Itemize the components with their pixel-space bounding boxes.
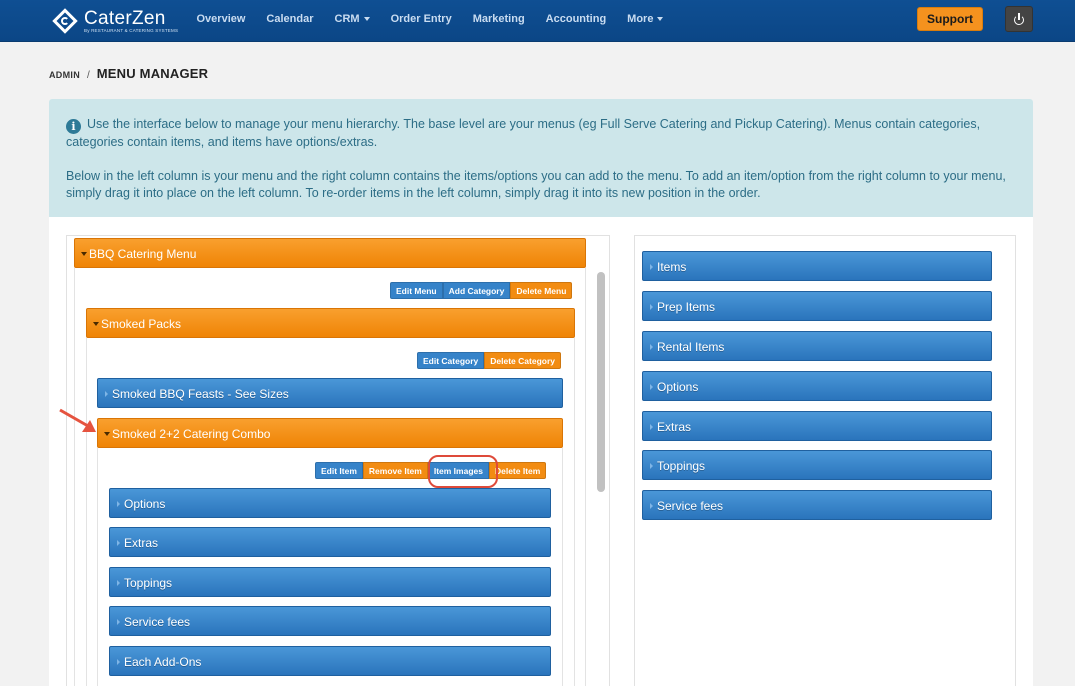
menu-tree-scrollbar[interactable] [597,272,605,492]
nav-marketing[interactable]: Marketing [462,0,535,40]
library-options[interactable]: Options [642,371,992,401]
logo-icon [52,8,78,34]
nav-more[interactable]: More [617,0,674,40]
category-title: Smoked Packs [101,317,182,331]
menu-button-group: Edit Menu Add Category Delete Menu [390,282,573,299]
collapsed-triangle-icon [117,659,120,665]
collapsed-triangle-icon [650,304,653,310]
delete-category-button[interactable]: Delete Category [484,352,561,369]
info-alert: i Use the interface below to manage your … [49,99,1033,217]
top-navbar: CaterZen By RESTAURANT & CATERING SYSTEM… [0,0,1075,42]
library-rental-items[interactable]: Rental Items [642,331,992,361]
add-category-button[interactable]: Add Category [442,282,511,299]
collapsed-triangle-icon [650,384,653,390]
brand-name: CaterZen [84,7,166,29]
caret-down-icon [657,17,664,22]
remove-item-button[interactable]: Remove Item [362,462,428,479]
caret-down-icon [363,17,370,22]
edit-menu-button[interactable]: Edit Menu [390,282,443,299]
library-service-fees[interactable]: Service fees [642,490,992,520]
power-button[interactable] [1005,6,1033,32]
collapsed-triangle-icon [117,580,120,586]
caterzen-logo[interactable]: CaterZen By RESTAURANT & CATERING SYSTEM… [52,6,178,36]
library-title: Prep Items [657,300,716,314]
group-service-fees[interactable]: Service fees [109,606,551,636]
group-toppings[interactable]: Toppings [109,567,551,597]
group-title: Service fees [124,615,191,629]
group-title: Each Add-Ons [124,655,202,669]
group-title: Extras [124,536,159,550]
group-options[interactable]: Options [109,488,551,518]
library-extras[interactable]: Extras [642,411,992,441]
info-paragraph-1: Use the interface below to manage your m… [66,117,981,149]
expanded-triangle-icon [104,432,110,436]
library-title: Extras [657,420,692,434]
library-toppings[interactable]: Toppings [642,450,992,480]
nav-accounting[interactable]: Accounting [535,0,617,40]
collapsed-triangle-icon [650,463,653,469]
item-title: Smoked BBQ Feasts - See Sizes [112,387,289,401]
brand-tagline: By RESTAURANT & CATERING SYSTEMS [84,27,179,33]
library-prep-items[interactable]: Prep Items [642,291,992,321]
collapsed-triangle-icon [650,264,653,270]
library-title: Toppings [657,459,706,473]
nav-calendar[interactable]: Calendar [256,0,324,40]
group-title: Options [124,497,166,511]
group-extras[interactable]: Extras [109,527,551,557]
item-smoked-bbq-feasts[interactable]: Smoked BBQ Feasts - See Sizes [97,378,563,408]
library-title: Items [657,260,687,274]
group-each-add-ons[interactable]: Each Add-Ons [109,646,551,676]
collapsed-triangle-icon [650,424,653,430]
delete-menu-button[interactable]: Delete Menu [510,282,573,299]
nav-crm[interactable]: CRM [324,0,380,40]
collapsed-triangle-icon [650,344,653,350]
edit-item-button[interactable]: Edit Item [315,462,363,479]
support-button[interactable]: Support [917,7,983,31]
menu-bbq-catering[interactable]: BBQ Catering Menu [74,238,586,268]
nav-order-entry[interactable]: Order Entry [380,0,462,40]
collapsed-triangle-icon [650,503,653,509]
item-smoked-2-2-combo[interactable]: Smoked 2+2 Catering Combo [97,418,563,448]
item-images-highlight [428,455,498,488]
page-title: MENU MANAGER [96,66,209,81]
category-smoked-packs[interactable]: Smoked Packs [86,308,575,338]
collapsed-triangle-icon [105,391,108,397]
collapsed-triangle-icon [117,540,120,546]
library-title: Rental Items [657,340,725,354]
menu-title: BBQ Catering Menu [89,247,197,261]
info-paragraph-2: Below in the left column is your menu an… [66,169,1006,200]
group-title: Toppings [124,576,173,590]
library-items[interactable]: Items [642,251,992,281]
category-button-group: Edit Category Delete Category [417,352,561,369]
expanded-triangle-icon [93,322,99,326]
info-icon: i [66,119,81,134]
edit-category-button[interactable]: Edit Category [417,352,485,369]
nav-overview[interactable]: Overview [186,0,256,40]
item-title: Smoked 2+2 Catering Combo [112,427,271,441]
collapsed-triangle-icon [117,619,120,625]
breadcrumb: ADMIN / MENU MANAGER [49,66,208,81]
pointer-arrow-icon [59,408,96,432]
collapsed-triangle-icon [117,501,120,507]
breadcrumb-separator: / [87,70,90,81]
breadcrumb-admin[interactable]: ADMIN [49,70,80,80]
library-title: Service fees [657,499,724,513]
library-title: Options [657,380,699,394]
main-nav: Overview Calendar CRM Order Entry Market… [186,0,674,40]
expanded-triangle-icon [81,252,87,256]
